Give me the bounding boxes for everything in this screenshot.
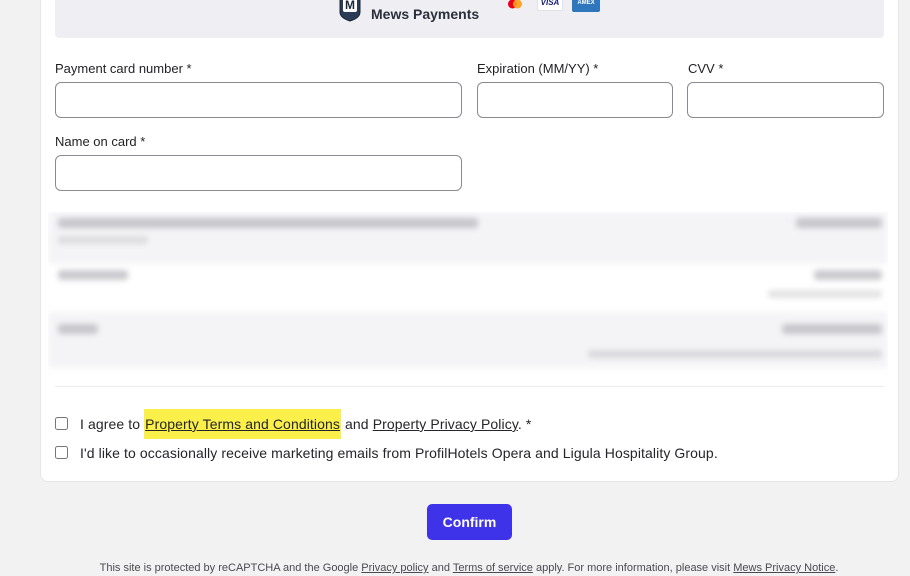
terms-checkbox[interactable] — [55, 417, 68, 430]
section-divider — [55, 386, 884, 387]
mews-logo-icon: M — [339, 0, 361, 22]
footer-prefix: This site is protected by reCAPTCHA and … — [99, 562, 359, 574]
property-privacy-link[interactable]: Property Privacy Policy — [373, 416, 518, 432]
blurred-price-summary — [48, 212, 888, 376]
card-number-input[interactable] — [55, 82, 462, 118]
expiration-input[interactable] — [477, 82, 673, 118]
footer-middle: apply. For more information, please visi… — [535, 562, 731, 574]
mastercard-icon — [508, 0, 522, 9]
mews-privacy-link[interactable]: Mews Privacy Notice — [733, 562, 835, 574]
cvv-label: CVV * — [688, 61, 724, 76]
visa-icon: VISA — [537, 0, 563, 11]
terms-and-text: and — [345, 416, 369, 432]
footer-suffix: . — [835, 562, 839, 574]
cvv-input[interactable] — [687, 82, 884, 118]
confirm-button[interactable]: Confirm — [427, 504, 512, 540]
terms-suffix: . * — [517, 416, 532, 432]
name-on-card-input[interactable] — [55, 155, 462, 191]
terms-agreement-text: I agree to Property Terms and Conditions… — [80, 409, 532, 439]
marketing-checkbox[interactable] — [55, 446, 68, 459]
name-on-card-label: Name on card * — [55, 134, 146, 149]
marketing-consent-text: I'd like to occasionally receive marketi… — [80, 445, 718, 461]
footer-and: and — [431, 562, 450, 574]
expiration-label: Expiration (MM/YY) * — [477, 61, 599, 76]
google-terms-link[interactable]: Terms of service — [453, 562, 533, 574]
svg-text:M: M — [345, 0, 355, 12]
property-terms-link[interactable]: Property Terms and Conditions — [145, 416, 340, 432]
terms-prefix: I agree to — [80, 416, 141, 432]
card-number-label: Payment card number * — [55, 61, 192, 76]
amex-icon: AMEX — [572, 0, 600, 12]
provider-name: Mews Payments — [371, 6, 480, 22]
recaptcha-footer: This site is protected by reCAPTCHA and … — [0, 562, 910, 574]
google-privacy-link[interactable]: Privacy policy — [361, 562, 428, 574]
